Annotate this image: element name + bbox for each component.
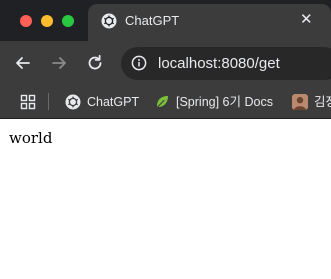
bookmark-label: 김장 [314,95,331,109]
chatgpt-logo-icon [101,13,117,29]
arrow-right-icon [52,57,66,69]
tab-close-icon[interactable]: ✕ [300,11,313,29]
tab-strip: ChatGPT ✕ [0,0,331,41]
bookmark-label: [Spring] 6기 Docs [176,95,273,109]
address-bar[interactable]: localhost:8080/get [121,47,331,80]
window-close-button[interactable] [20,15,32,27]
reload-icon [88,54,102,70]
chatgpt-logo-icon [65,94,81,110]
url-text[interactable]: localhost:8080/get [158,55,280,72]
bookmarks-divider [48,93,49,110]
forward-button[interactable] [49,53,69,73]
response-text: world [9,129,53,147]
back-button[interactable] [13,53,33,73]
tab-title: ChatGPT [125,13,180,28]
tab-chatgpt[interactable]: ChatGPT ✕ [88,4,331,41]
apps-grid-icon[interactable] [20,94,36,110]
page-content: world [0,119,331,279]
avatar-icon [292,94,308,110]
window-maximize-button[interactable] [62,15,74,27]
bookmarks-bar: ChatGPT [Spring] 6기 Docs 김장 [0,86,331,119]
info-icon[interactable] [131,55,147,71]
browser-toolbar: localhost:8080/get [0,41,331,86]
leaf-icon [155,96,168,110]
bookmark-label: ChatGPT [87,95,140,109]
arrow-left-icon [16,57,30,69]
reload-button[interactable] [85,53,105,73]
window-minimize-button[interactable] [41,15,53,27]
